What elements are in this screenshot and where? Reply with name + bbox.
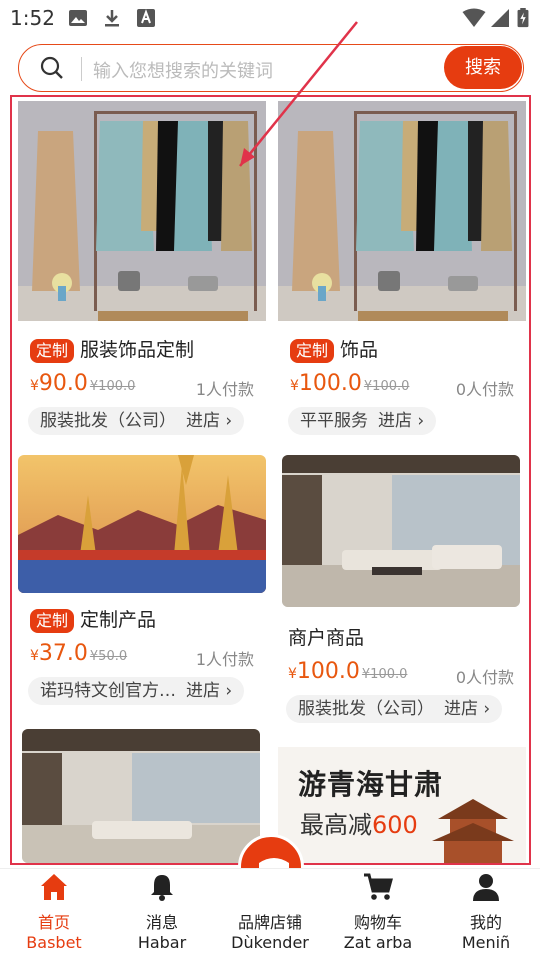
shop-name: 服装批发（公司） (40, 411, 176, 431)
wifi-icon (462, 8, 486, 27)
pagoda-image (432, 799, 514, 863)
promo-subtitle: 最高减600 (300, 811, 418, 839)
product-image (282, 455, 520, 607)
product-title: 定制 定制产品 (30, 605, 156, 633)
custom-tag: 定制 (30, 608, 75, 633)
user-icon (473, 874, 499, 901)
tab-mine[interactable]: 我的 Meniñ (432, 869, 540, 961)
promo-title: 游青海甘肃 (298, 768, 444, 801)
product-card[interactable]: 商户商品 ¥100.0 ¥100.0 0人付款 服装批发（公司） 进店 › (278, 455, 526, 727)
product-price: ¥37.0 ¥50.0 (30, 641, 128, 666)
product-price: ¥90.0 ¥100.0 (30, 371, 136, 396)
enter-shop-label: 进店 (186, 411, 220, 431)
product-price: ¥100.0 ¥100.0 (290, 371, 410, 396)
battery-icon (517, 8, 529, 28)
product-title: 定制 饰品 (290, 335, 378, 363)
a-icon (137, 9, 155, 27)
shop-name: 诺玛特文创官方… (40, 681, 176, 701)
tab-sublabel: Habar (137, 933, 187, 952)
product-grid: 定制 服装饰品定制 ¥90.0 ¥100.0 1人付款 服装批发（公司） 进店 › (10, 95, 531, 865)
paid-count: 0人付款 (455, 668, 514, 687)
original-price: ¥100.0 (89, 379, 136, 394)
status-bar: 1:52 (0, 0, 540, 36)
enter-shop-label: 进店 (186, 681, 220, 701)
tab-home[interactable]: 首页 Basbet (0, 869, 108, 961)
paid-count: 1人付款 (195, 380, 254, 399)
tab-sublabel: Dùkender (231, 933, 309, 952)
search-divider (81, 57, 82, 81)
tab-label: 消息 (145, 913, 178, 932)
status-time: 1:52 (10, 6, 55, 30)
product-title: 商户商品 (288, 627, 365, 649)
product-card[interactable] (22, 729, 260, 863)
bottom-tab-bar: 首页 Basbet 消息 Habar 品牌店铺 Dùkender 购物车 Zat… (0, 868, 540, 960)
shop-link[interactable]: 服装批发（公司） 进店 › (286, 695, 503, 723)
search-icon (40, 56, 63, 79)
enter-shop-label: 进店 (378, 411, 412, 431)
product-card[interactable]: 定制 饰品 ¥100.0 ¥100.0 0人付款 平平服务 进店 › (278, 101, 526, 441)
product-card[interactable]: 定制 定制产品 ¥37.0 ¥50.0 1人付款 诺玛特文创官方… 进店 › (18, 455, 266, 717)
tab-label: 我的 (469, 913, 502, 932)
shop-name: 平平服务 (300, 411, 368, 431)
shop-link[interactable]: 诺玛特文创官方… 进店 › (28, 677, 245, 705)
signal-icon (491, 9, 509, 27)
product-title: 定制 服装饰品定制 (30, 335, 194, 363)
product-image (18, 101, 266, 321)
shop-link[interactable]: 服装批发（公司） 进店 › (28, 407, 245, 435)
product-image (18, 455, 266, 593)
tab-sublabel: Meniñ (461, 933, 511, 952)
shop-name: 服装批发（公司） (298, 699, 434, 719)
paid-count: 1人付款 (195, 650, 254, 669)
tab-messages[interactable]: 消息 Habar (108, 869, 216, 961)
tab-label: 首页 (37, 913, 70, 932)
paid-count: 0人付款 (455, 380, 514, 399)
cart-icon (364, 873, 393, 900)
tab-label: 品牌店铺 (237, 913, 302, 932)
search-input[interactable]: 输入您想搜索的关键词 (93, 57, 273, 83)
search-button[interactable]: 搜索 (444, 46, 522, 89)
promo-banner[interactable]: 游青海甘肃 最高减600 (278, 747, 526, 863)
search-bar: 输入您想搜索的关键词 搜索 (18, 44, 524, 92)
product-card[interactable]: 定制 服装饰品定制 ¥90.0 ¥100.0 1人付款 服装批发（公司） 进店 › (18, 101, 266, 441)
download-icon (105, 10, 119, 27)
home-icon (41, 874, 67, 900)
custom-tag: 定制 (30, 338, 75, 363)
product-image (22, 729, 260, 863)
image-icon (69, 10, 87, 26)
enter-shop-label: 进店 (444, 699, 478, 719)
tab-sublabel: Zat arba (343, 933, 413, 952)
tab-cart[interactable]: 购物车 Zat arba (324, 869, 432, 961)
original-price: ¥100.0 (361, 667, 408, 682)
bell-icon (151, 875, 173, 901)
original-price: ¥100.0 (363, 379, 410, 394)
shop-link[interactable]: 平平服务 进店 › (288, 407, 437, 435)
tab-label: 购物车 (353, 913, 402, 932)
tab-brand-store[interactable]: 品牌店铺 Dùkender (216, 869, 324, 961)
original-price: ¥50.0 (89, 649, 128, 664)
product-price: ¥100.0 ¥100.0 (288, 659, 408, 684)
product-image (278, 101, 526, 321)
custom-tag: 定制 (290, 338, 335, 363)
tab-sublabel: Basbet (26, 933, 82, 952)
